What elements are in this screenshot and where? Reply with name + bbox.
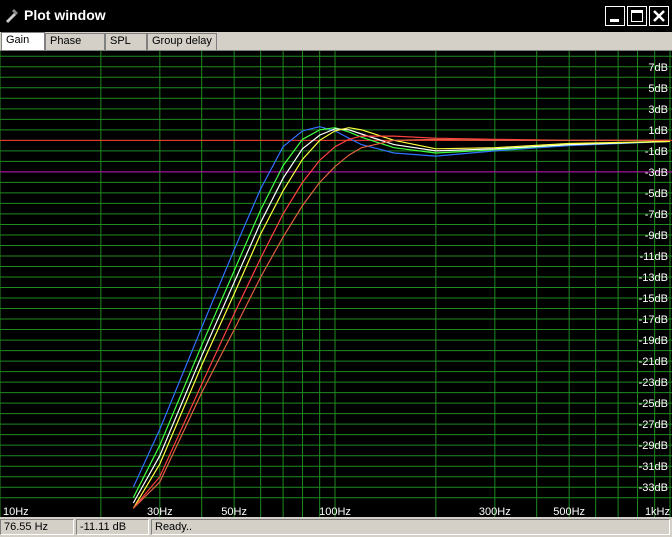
minimize-button[interactable]: [605, 6, 625, 26]
series-line-5: [132, 135, 670, 509]
x-tick-label: 1kHz: [645, 506, 670, 517]
x-tick-label: 100Hz: [319, 506, 351, 517]
y-tick-label: -15dB: [639, 293, 668, 305]
minimize-icon: [610, 19, 619, 22]
y-tick-label: 5dB: [648, 83, 668, 95]
y-tick-label: -9dB: [645, 230, 668, 242]
y-tick-label: -3dB: [645, 167, 668, 179]
y-tick-label: -27dB: [639, 419, 668, 431]
y-tick-label: -1dB: [645, 146, 668, 158]
close-button[interactable]: [649, 6, 669, 26]
x-tick-label: 300Hz: [479, 506, 511, 517]
gain-plot[interactable]: 7dB 5dB 3dB 1dB -1dB -3dB -5dB -7dB -9dB -11dB -13…: [0, 51, 672, 518]
x-tick-label: 30Hz: [147, 506, 173, 517]
y-tick-label: -17dB: [639, 314, 668, 326]
y-tick-label: -25dB: [639, 398, 668, 410]
x-tick-label: 10Hz: [3, 506, 29, 517]
status-frequency-value: 76.55 Hz: [4, 521, 49, 533]
title-bar[interactable]: Plot window: [0, 0, 672, 32]
app-icon: [6, 9, 18, 23]
x-tick-label: 500Hz: [553, 506, 585, 517]
y-tick-label: 3dB: [648, 104, 668, 116]
tab-gain-label: Gain: [6, 34, 30, 46]
y-tick-label: -19dB: [639, 335, 668, 347]
status-message: Ready..: [151, 519, 670, 535]
y-tick-label: -11dB: [639, 251, 668, 263]
status-message-text: Ready..: [155, 521, 193, 533]
tab-spl[interactable]: SPL: [105, 33, 147, 50]
maximize-icon: [631, 10, 643, 22]
y-tick-label: 1dB: [648, 125, 668, 137]
series-line-2: [132, 127, 671, 498]
tab-phase-plot[interactable]: Phase plot: [45, 33, 105, 62]
tab-spl-label: SPL: [110, 35, 131, 47]
y-tick-label: -13dB: [639, 272, 668, 284]
series-line-3: [132, 128, 671, 504]
y-tick-label: -23dB: [639, 377, 668, 389]
y-tick-label: -7dB: [645, 209, 668, 221]
y-tick-label: -29dB: [639, 440, 668, 452]
close-icon: [653, 10, 665, 22]
y-tick-label: -21dB: [639, 356, 668, 368]
tab-group-delay[interactable]: Group delay: [147, 33, 217, 50]
series-line-6: [132, 138, 670, 509]
tab-gain[interactable]: Gain: [1, 32, 45, 50]
status-bar: 76.55 Hz -11.11 dB Ready..: [0, 517, 672, 537]
tab-strip: Gain Phase plot SPL Group delay: [0, 32, 672, 62]
y-tick-label: 7dB: [648, 62, 668, 74]
series-line-1: [132, 126, 671, 488]
x-tick-label: 50Hz: [221, 506, 247, 517]
status-gain-value: -11.11 dB: [80, 521, 127, 533]
status-frequency: 76.55 Hz: [0, 519, 74, 535]
y-tick-label: -31dB: [639, 461, 668, 473]
y-tick-label: -33dB: [639, 482, 668, 494]
tab-group-delay-label: Group delay: [152, 35, 212, 47]
gain-chart[interactable]: 7dB 5dB 3dB 1dB -1dB -3dB -5dB -7dB -9dB -11dB -13…: [0, 51, 672, 518]
window-title: Plot window: [24, 7, 106, 23]
status-gain: -11.11 dB: [76, 519, 149, 535]
y-tick-label: -5dB: [645, 188, 668, 200]
maximize-button[interactable]: [627, 6, 647, 26]
